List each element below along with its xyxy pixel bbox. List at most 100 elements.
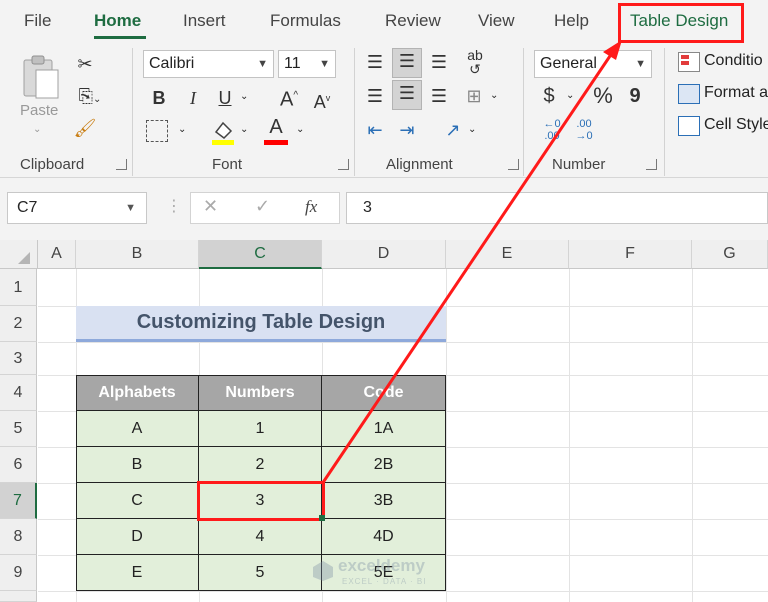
row-header-10[interactable]	[0, 591, 37, 602]
font-launcher-icon[interactable]	[338, 159, 349, 170]
table-cell[interactable]: D	[76, 519, 199, 555]
column-header-a[interactable]: A	[38, 240, 76, 269]
paste-button[interactable]	[18, 54, 62, 102]
table-cell[interactable]: 2B	[322, 447, 446, 483]
fill-color-button[interactable]	[210, 118, 238, 146]
row-header-7[interactable]: 7	[0, 483, 37, 519]
currency-button[interactable]: $	[538, 84, 560, 108]
number-format-dropdown[interactable]: General ▼	[534, 50, 652, 78]
table-header-alphabets[interactable]: Alphabets	[76, 375, 199, 411]
table-header-numbers[interactable]: Numbers	[199, 375, 322, 411]
column-header-d[interactable]: D	[322, 240, 446, 269]
text-direction-icon[interactable]: ↗	[440, 118, 466, 142]
underline-chevron-icon[interactable]: ⌄	[240, 91, 248, 102]
text-direction-chevron-icon[interactable]: ⌄	[468, 124, 476, 135]
comma-button[interactable]: 9	[624, 84, 646, 108]
table-cell[interactable]: 3B	[322, 483, 446, 519]
orientation-icon[interactable]: ab ↺	[460, 48, 490, 76]
column-header-b[interactable]: B	[76, 240, 199, 269]
tab-help[interactable]: Help	[554, 11, 589, 31]
column-header-g[interactable]: G	[692, 240, 768, 269]
cell-styles-button[interactable]: Cell Style	[704, 116, 768, 134]
row-header-6[interactable]: 6	[0, 447, 37, 483]
table-cell[interactable]: B	[76, 447, 199, 483]
row-header-2[interactable]: 2	[0, 306, 37, 342]
decrease-indent-icon[interactable]: ⇤	[362, 118, 388, 142]
table-cell[interactable]: A	[76, 411, 199, 447]
cancel-icon[interactable]: ✕	[203, 196, 218, 217]
column-header-c[interactable]: C	[199, 240, 322, 269]
fill-chevron-icon[interactable]: ⌄	[240, 124, 248, 135]
currency-chevron-icon[interactable]: ⌄	[566, 90, 574, 101]
increase-indent-icon[interactable]: ⇥	[394, 118, 420, 142]
grow-font-button[interactable]: A^	[276, 84, 302, 112]
merge-chevron-icon[interactable]: ⌄	[490, 90, 498, 101]
tab-file[interactable]: File	[24, 11, 51, 31]
bold-button[interactable]: B	[148, 86, 170, 110]
font-color-chevron-icon[interactable]: ⌄	[296, 124, 304, 135]
table-header-code[interactable]: Code	[322, 375, 446, 411]
font-size-dropdown[interactable]: 11 ▼	[278, 50, 336, 78]
number-group-label: Number	[552, 156, 606, 173]
ribbon-home: Paste ⌄ ✂ ⎘⌄ 🖌 Clipboard Calibri ▼ 11 ▼ B …	[0, 46, 768, 178]
insert-function-button[interactable]: fx	[305, 197, 317, 217]
row-header-9[interactable]: 9	[0, 555, 37, 591]
table-cell[interactable]: C	[76, 483, 199, 519]
tab-insert[interactable]: Insert	[183, 11, 226, 31]
row-header-5[interactable]: 5	[0, 411, 37, 447]
ribbon-tab-bar: File Home Insert Formulas Review View He…	[0, 0, 768, 46]
enter-icon[interactable]: ✓	[255, 196, 270, 217]
number-launcher-icon[interactable]	[646, 159, 657, 170]
cut-icon[interactable]: ✂	[70, 52, 100, 78]
row-header-3[interactable]: 3	[0, 342, 37, 375]
font-name-dropdown[interactable]: Calibri ▼	[143, 50, 274, 78]
row-header-4[interactable]: 4	[0, 375, 37, 411]
align-top-icon[interactable]: ☰	[362, 50, 388, 74]
borders-icon[interactable]	[146, 120, 168, 142]
font-color-button[interactable]: A	[264, 116, 288, 146]
table-cell[interactable]: 4	[199, 519, 322, 555]
table-cell[interactable]: 1	[199, 411, 322, 447]
align-bottom-icon[interactable]: ☰	[426, 50, 452, 74]
name-box[interactable]: C7 ▼	[7, 192, 147, 224]
shrink-font-button[interactable]: Av	[310, 86, 334, 114]
tab-view[interactable]: View	[478, 11, 515, 31]
percent-button[interactable]: %	[590, 84, 616, 108]
decrease-decimal-button[interactable]: .00 →0	[568, 118, 600, 142]
tab-home[interactable]: Home	[94, 11, 141, 31]
clipboard-launcher-icon[interactable]	[116, 159, 127, 170]
select-all-icon	[18, 252, 30, 264]
format-painter-icon[interactable]: 🖌	[70, 116, 100, 142]
font-group-label: Font	[212, 156, 243, 173]
align-left-icon[interactable]: ☰	[362, 84, 388, 108]
column-header-f[interactable]: F	[569, 240, 692, 269]
underline-button[interactable]: U	[214, 86, 236, 110]
table-cell[interactable]: 1A	[322, 411, 446, 447]
select-all-button[interactable]	[0, 240, 38, 269]
borders-chevron-icon[interactable]: ⌄	[178, 124, 186, 135]
increase-decimal-button[interactable]: ←0 .00	[536, 118, 568, 142]
paste-chevron-icon[interactable]: ⌄	[33, 124, 41, 135]
formula-input[interactable]: 3	[346, 192, 768, 224]
alignment-launcher-icon[interactable]	[508, 159, 519, 170]
tab-review[interactable]: Review	[385, 11, 441, 31]
alignment-group-label: Alignment	[386, 156, 453, 173]
table-cell[interactable]: 2	[199, 447, 322, 483]
merge-icon[interactable]: ⊞	[462, 84, 486, 108]
row-header-1[interactable]: 1	[0, 269, 37, 306]
tab-formulas[interactable]: Formulas	[270, 11, 341, 31]
table-cell[interactable]: 4D	[322, 519, 446, 555]
row-header-8[interactable]: 8	[0, 519, 37, 555]
align-center-icon[interactable]: ☰	[392, 80, 422, 110]
italic-button[interactable]: I	[182, 86, 204, 110]
sheet-title[interactable]: Customizing Table Design	[76, 306, 446, 342]
conditional-formatting-button[interactable]: Conditio	[704, 52, 763, 70]
align-right-icon[interactable]: ☰	[426, 84, 452, 108]
fill-handle[interactable]	[319, 515, 325, 521]
copy-icon[interactable]: ⎘⌄	[68, 84, 112, 110]
align-middle-icon[interactable]: ☰	[392, 48, 422, 78]
table-cell[interactable]: E	[76, 555, 199, 591]
column-header-e[interactable]: E	[446, 240, 569, 269]
format-as-table-button[interactable]: Format a	[704, 84, 768, 102]
table-cell[interactable]: 5	[199, 555, 322, 591]
